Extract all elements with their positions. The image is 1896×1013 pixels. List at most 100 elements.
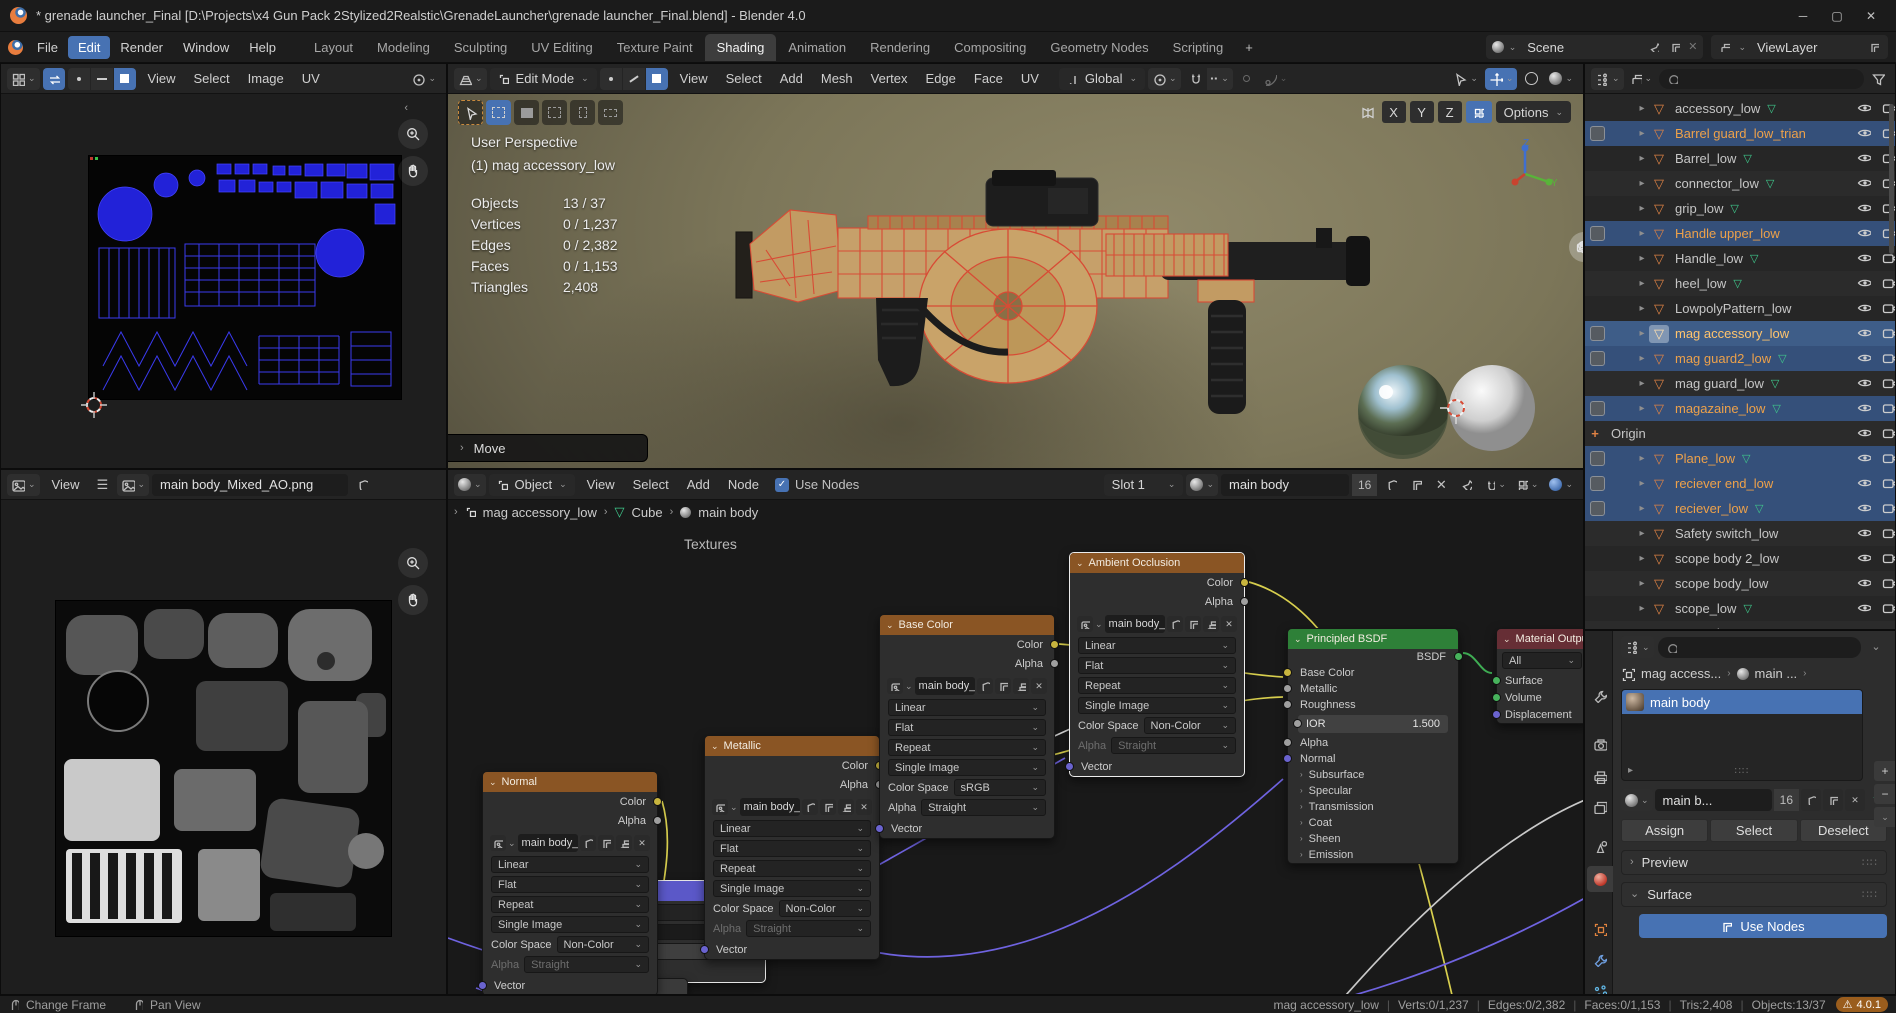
disclosure-icon[interactable]: ▸ xyxy=(1635,303,1649,314)
disclosure-icon[interactable]: ▸ xyxy=(1635,253,1649,264)
mesh-object-icon[interactable]: ▽ xyxy=(1649,475,1669,493)
object-name[interactable]: heel_low xyxy=(1675,276,1726,291)
interpolation-dropdown[interactable]: Linear⌄ xyxy=(713,820,871,837)
alpha-dropdown[interactable]: Straight⌄ xyxy=(1111,737,1236,754)
editor-type-button[interactable]: ⌄ xyxy=(454,68,487,90)
zoom-tool-icon[interactable] xyxy=(398,119,428,149)
uv-select-face-button[interactable] xyxy=(114,68,136,90)
overlays-dropdown[interactable]: ⌄ xyxy=(1485,68,1518,90)
fake-user-icon[interactable] xyxy=(1167,616,1183,632)
pack-icon[interactable] xyxy=(1013,678,1029,694)
image-browse-icon[interactable] xyxy=(490,835,506,851)
image-name-field[interactable]: main body_Meta... xyxy=(740,798,800,816)
hide-eye-icon[interactable] xyxy=(1857,175,1871,192)
add-slot-button[interactable]: + xyxy=(1874,761,1896,781)
collapse-icon[interactable]: ⌄ xyxy=(489,778,497,787)
image-name-field[interactable]: main body_Mixed_AO.png xyxy=(152,474,348,496)
viewlayer-selector[interactable]: ⌄ ViewLayer xyxy=(1711,35,1888,59)
mesh-object-icon[interactable]: ▽ xyxy=(1649,175,1669,193)
menu[interactable]: View xyxy=(43,474,89,495)
menu-item[interactable]: Help xyxy=(239,36,286,59)
workspace-tab[interactable]: Animation xyxy=(776,34,858,61)
mesh-object-icon[interactable]: ▽ xyxy=(1649,575,1669,593)
workspace-tab[interactable]: Rendering xyxy=(858,34,942,61)
projection-dropdown[interactable]: Flat⌄ xyxy=(713,840,871,857)
minimize-button[interactable]: ─ xyxy=(1788,9,1818,23)
image-name-field[interactable]: main body_Mixe... xyxy=(1105,615,1165,633)
render-visibility-icon[interactable] xyxy=(1882,425,1895,442)
filter-icon[interactable] xyxy=(1867,68,1889,90)
tab-output[interactable] xyxy=(1587,764,1613,790)
object-name[interactable]: scope_low 001 xyxy=(1675,626,1762,629)
collapse-icon[interactable]: ⌄ xyxy=(1076,559,1084,568)
object-name[interactable]: Barrel guard_low_trian xyxy=(1675,126,1806,141)
image-texture-node[interactable]: ⌄ Normal Color Alpha ⌄ main body_Nor... xyxy=(482,771,658,995)
outliner-row[interactable]: ▸ ▽ + scope body 2_low ▽ xyxy=(1585,546,1895,571)
mirror-x-button[interactable]: X xyxy=(1382,101,1406,123)
hide-eye-icon[interactable] xyxy=(1857,350,1871,367)
tweak-tool-button[interactable] xyxy=(458,100,483,125)
render-visibility-icon[interactable] xyxy=(1882,450,1895,467)
copy-icon[interactable] xyxy=(1823,789,1843,811)
hide-eye-icon[interactable] xyxy=(1857,125,1871,142)
input-socket-vector[interactable] xyxy=(478,981,487,990)
outliner-row[interactable]: ▸ ▽ + Origin ▽ xyxy=(1585,421,1895,446)
material-browse-button[interactable]: ⌄ xyxy=(1621,789,1653,811)
new-scene-icon[interactable] xyxy=(1667,39,1683,55)
object-name[interactable]: Barrel_low xyxy=(1675,151,1736,166)
workspace-tab[interactable]: Geometry Nodes xyxy=(1038,34,1160,61)
disclosure-icon[interactable]: ▸ xyxy=(1635,128,1649,139)
proportional-edit-toggle[interactable] xyxy=(1236,68,1258,90)
hide-eye-icon[interactable] xyxy=(1857,425,1871,442)
material-action-button[interactable]: Assign xyxy=(1621,819,1708,842)
fake-user-icon[interactable] xyxy=(351,474,373,496)
alpha-dropdown[interactable]: Straight⌄ xyxy=(921,799,1046,816)
mesh-object-icon[interactable]: ▽ xyxy=(1649,150,1669,168)
bsdf-collapsed-section[interactable]: ›Subsurface xyxy=(1288,767,1458,783)
zoom-tool-icon[interactable] xyxy=(398,548,428,578)
input-socket[interactable] xyxy=(1492,676,1501,685)
axis-gizmo[interactable]: Z Y xyxy=(1493,138,1557,202)
input-socket-normal[interactable] xyxy=(1283,754,1292,763)
render-visibility-icon[interactable] xyxy=(1882,600,1895,617)
input-socket[interactable] xyxy=(1492,693,1501,702)
outliner-row[interactable]: ▸ ▽ + mag accessory_low ▽ xyxy=(1585,321,1895,346)
fake-user-icon[interactable] xyxy=(1380,474,1402,496)
tab-tool[interactable] xyxy=(1587,683,1613,709)
collapse-region-icon[interactable]: ‹ xyxy=(404,102,408,114)
mirror-y-button[interactable]: Y xyxy=(1410,101,1434,123)
disclosure-icon[interactable]: ▸ xyxy=(1628,765,1633,776)
mode-dropdown[interactable]: Edit Mode ⌄ xyxy=(490,68,597,90)
render-visibility-icon[interactable] xyxy=(1882,275,1895,292)
render-visibility-icon[interactable] xyxy=(1882,550,1895,567)
object-name[interactable]: magazaine_low xyxy=(1675,401,1765,416)
unlink-icon[interactable]: ✕ xyxy=(634,835,650,851)
object-name[interactable]: reciever end_low xyxy=(1675,476,1773,491)
render-visibility-icon[interactable] xyxy=(1882,525,1895,542)
mesh-object-icon[interactable]: ▽ xyxy=(1649,625,1669,630)
hide-eye-icon[interactable] xyxy=(1857,300,1871,317)
editor-type-button[interactable]: ⌄ xyxy=(454,474,486,496)
disclosure-icon[interactable]: ▸ xyxy=(1635,153,1649,164)
hide-eye-icon[interactable] xyxy=(1857,500,1871,517)
tab-particles[interactable] xyxy=(1587,978,1613,995)
disclosure-icon[interactable]: ▸ xyxy=(1635,578,1649,589)
bsdf-collapsed-section[interactable]: ›Coat xyxy=(1288,815,1458,831)
source-dropdown[interactable]: Single Image⌄ xyxy=(491,916,649,933)
outliner-scrollbar[interactable] xyxy=(1889,104,1894,254)
select-mode-face-button[interactable] xyxy=(646,68,668,90)
disclosure-icon[interactable]: ▸ xyxy=(1635,603,1649,614)
input-socket[interactable] xyxy=(1283,684,1292,693)
output-socket-alpha[interactable] xyxy=(653,816,662,825)
breadcrumb-material[interactable]: main ... xyxy=(1755,666,1798,681)
object-name[interactable]: reciever_low xyxy=(1675,501,1748,516)
pan-tool-icon[interactable] xyxy=(398,156,428,186)
node-header[interactable]: ⌄ Material Output xyxy=(1497,629,1584,649)
color-space-dropdown[interactable]: Non-Color⌄ xyxy=(557,936,649,953)
extension-dropdown[interactable]: Repeat⌄ xyxy=(713,860,871,877)
outliner-row[interactable]: ▸ ▽ + Barrel guard_low_trian ▽ xyxy=(1585,121,1895,146)
material-name-field[interactable]: main body xyxy=(1221,474,1349,496)
menu[interactable]: UV xyxy=(1012,68,1048,89)
add-workspace-button[interactable]: + xyxy=(1235,36,1263,59)
hide-eye-icon[interactable] xyxy=(1857,400,1871,417)
